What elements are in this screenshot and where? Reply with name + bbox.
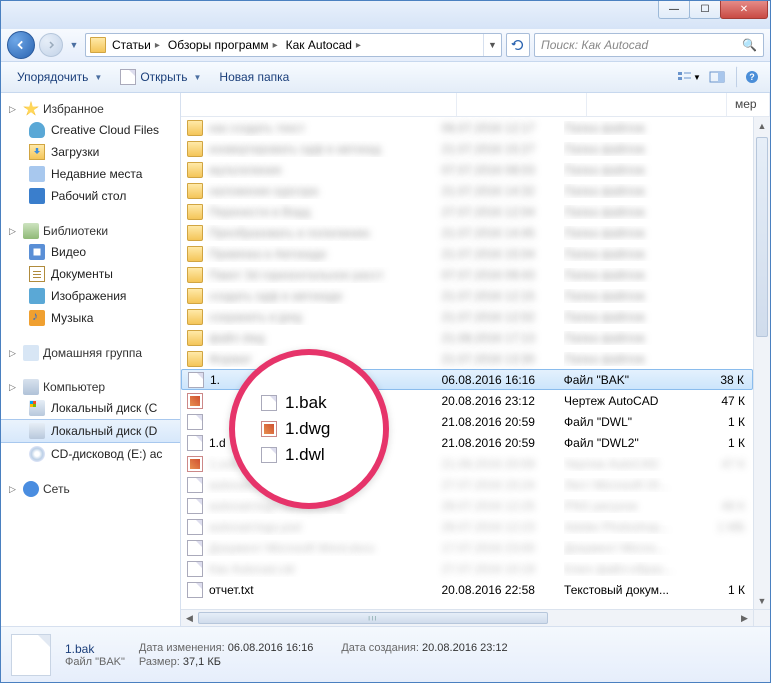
search-input[interactable]: Поиск: Как Autocad 🔍: [534, 33, 764, 57]
computer-group[interactable]: ▷Компьютер: [1, 377, 180, 397]
file-row[interactable]: Перенести в Ворд27.07.2016 12:04Папка фа…: [181, 201, 753, 222]
chevron-right-icon[interactable]: ▸: [352, 40, 365, 51]
address-bar[interactable]: Статьи▸ Обзоры программ▸ Как Autocad▸ ▼: [85, 33, 502, 57]
dwg-icon: [261, 421, 277, 437]
file-row[interactable]: autocad-logo.psd28.07.2016 12:23Adobe Ph…: [181, 516, 753, 537]
sidebar-item[interactable]: Рабочий стол: [1, 185, 180, 207]
breadcrumb: Статьи▸: [110, 34, 166, 56]
image-icon: [29, 288, 45, 304]
details-pane: 1.bak Файл "BAK" Дата изменения: 06.08.2…: [1, 626, 770, 682]
network-group[interactable]: ▷Сеть: [1, 479, 180, 499]
search-icon: 🔍: [742, 38, 757, 52]
preview-pane-button[interactable]: [704, 66, 730, 88]
new-folder-button[interactable]: Новая папка: [211, 66, 297, 88]
explorer-window: — ☐ ✕ ▼ Статьи▸ Обзоры программ▸ Как Aut…: [0, 0, 771, 683]
sidebar-item[interactable]: Музыка: [1, 307, 180, 329]
forward-button[interactable]: [39, 33, 63, 57]
file-row[interactable]: Документ Microsoft Word.docx17.07.2016 2…: [181, 537, 753, 558]
file-row[interactable]: autocad-logo-иконка.png28.07.2016 12:25P…: [181, 495, 753, 516]
view-options-button[interactable]: ▼: [676, 66, 702, 88]
homegroup[interactable]: ▷Домашняя группа: [1, 343, 180, 363]
file-row[interactable]: конвертировать пдф в автокад21.07.2016 1…: [181, 138, 753, 159]
file-row[interactable]: создать пдф в автокаде21.07.2016 12:15Па…: [181, 285, 753, 306]
navigation-bar: ▼ Статьи▸ Обзоры программ▸ Как Autocad▸ …: [1, 29, 770, 61]
star-icon: [23, 101, 39, 117]
svg-text:?: ?: [749, 72, 755, 82]
sidebar-item[interactable]: Видео: [1, 241, 180, 263]
file-thumbnail: [11, 634, 51, 676]
library-icon: [23, 223, 39, 239]
vertical-scrollbar[interactable]: ▲▼: [753, 117, 770, 609]
sidebar-item[interactable]: Загрузки: [1, 141, 180, 163]
organize-button[interactable]: Упорядочить▼: [9, 66, 110, 88]
chevron-right-icon[interactable]: ▸: [151, 40, 164, 51]
file-row[interactable]: Преобразовать в полилинию21.07.2016 14:4…: [181, 222, 753, 243]
sidebar-item[interactable]: CD-дисковод (E:) ac: [1, 443, 180, 465]
close-button[interactable]: ✕: [720, 1, 768, 19]
libraries-group[interactable]: ▷Библиотеки: [1, 221, 180, 241]
sidebar-item[interactable]: Недавние места: [1, 163, 180, 185]
highlight-callout: 1.bak 1.dwg 1.dwl: [229, 349, 389, 509]
file-row[interactable]: Как Autocad.cdr27.07.2016 10:19Ключ файл…: [181, 558, 753, 579]
disk-icon: [29, 400, 45, 416]
homegroup-icon: [23, 345, 39, 361]
document-icon: [29, 266, 45, 282]
favorites-group[interactable]: ▷Избранное: [1, 99, 180, 119]
breadcrumb: Обзоры программ▸: [166, 34, 284, 56]
file-row[interactable]: Пакет 3d горизонтальное расст07.07.2016 …: [181, 264, 753, 285]
file-icon: [261, 447, 277, 463]
details-filename: 1.bak: [65, 642, 125, 656]
download-icon: [29, 144, 45, 160]
file-row[interactable]: файл dwg21.08.2016 17:13Папка файлов: [181, 327, 753, 348]
sidebar-item[interactable]: Изображения: [1, 285, 180, 307]
address-dropdown[interactable]: ▼: [483, 34, 501, 56]
sidebar-item-selected[interactable]: Локальный диск (D: [1, 419, 180, 443]
music-icon: [29, 310, 45, 326]
open-button[interactable]: Открыть▼: [112, 65, 209, 89]
disk-icon: [29, 423, 45, 439]
video-icon: [29, 244, 45, 260]
file-row[interactable]: наложение курсора21.07.2016 14:32Папка ф…: [181, 180, 753, 201]
sidebar-item[interactable]: Creative Cloud Files: [1, 119, 180, 141]
history-dropdown[interactable]: ▼: [67, 40, 81, 50]
file-row[interactable]: мультилиния07.07.2016 08:03Папка файлов: [181, 159, 753, 180]
breadcrumb: Как Autocad▸: [284, 34, 367, 56]
file-row[interactable]: сохранить в jpeg21.07.2016 12:02Папка фа…: [181, 306, 753, 327]
recent-icon: [29, 166, 45, 182]
maximize-button[interactable]: ☐: [689, 1, 721, 19]
file-icon: [120, 69, 136, 85]
cd-icon: [29, 446, 45, 462]
sidebar-item[interactable]: Локальный диск (C: [1, 397, 180, 419]
chevron-right-icon[interactable]: ▸: [269, 40, 282, 51]
navigation-pane: ▷Избранное Creative Cloud Files Загрузки…: [1, 93, 181, 626]
cloud-icon: [29, 122, 45, 138]
file-row[interactable]: отчет.txt20.08.2016 22:58Текстовый докум…: [181, 579, 753, 600]
command-bar: Упорядочить▼ Открыть▼ Новая папка ▼ ?: [1, 61, 770, 93]
file-row[interactable]: Привязка в Автокаде21.07.2016 15:04Папка…: [181, 243, 753, 264]
desktop-icon: [29, 188, 45, 204]
titlebar[interactable]: — ☐ ✕: [1, 1, 770, 29]
sidebar-item[interactable]: Документы: [1, 263, 180, 285]
help-button[interactable]: ?: [736, 66, 762, 88]
network-icon: [23, 481, 39, 497]
folder-icon: [90, 37, 106, 53]
file-row[interactable]: как создать текст06.07.2016 12:17Папка ф…: [181, 117, 753, 138]
computer-icon: [23, 379, 39, 395]
details-filetype: Файл "BAK": [65, 656, 125, 668]
file-icon: [261, 395, 277, 411]
horizontal-scrollbar[interactable]: ◀ııı▶: [181, 609, 753, 626]
column-headers[interactable]: мер: [181, 93, 770, 117]
refresh-button[interactable]: [506, 33, 530, 57]
minimize-button[interactable]: —: [658, 1, 690, 19]
back-button[interactable]: [7, 31, 35, 59]
